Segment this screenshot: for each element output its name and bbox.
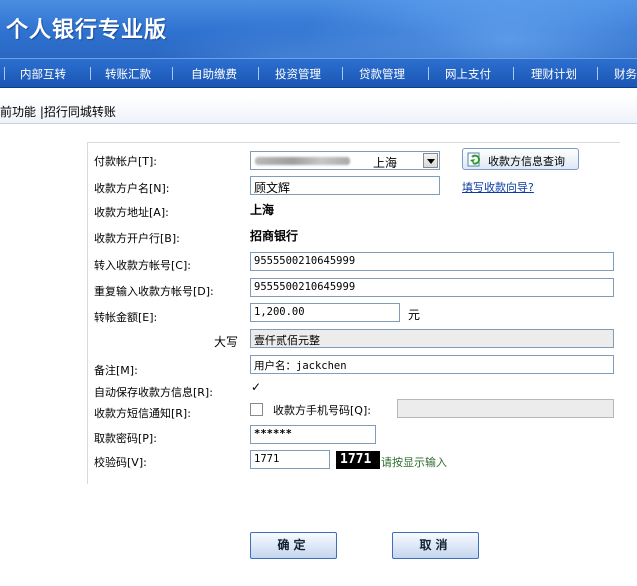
- payee-query-label: 收款方信息查询: [488, 155, 565, 168]
- nav-item-loans[interactable]: 贷款管理: [359, 66, 405, 82]
- confirm-button[interactable]: 确定: [250, 532, 337, 559]
- masked-account-number: [255, 157, 350, 165]
- app-title: 个人银行专业版: [6, 18, 168, 43]
- amount-upper-label: 大写: [214, 335, 239, 349]
- nav-item-remittance[interactable]: 转账汇款: [105, 66, 151, 82]
- sms-notify-checkbox[interactable]: [250, 403, 263, 416]
- nav-separator: [513, 67, 514, 80]
- payer-account-label: 付款帐户[T]:: [94, 155, 158, 168]
- payee-account-confirm-label: 重复输入收款方帐号[D]:: [94, 285, 214, 298]
- nav-separator: [172, 67, 173, 80]
- password-label: 取款密码[P]:: [94, 432, 157, 445]
- breadcrumb: 前功能 |招行同城转账: [0, 105, 116, 119]
- app-header: 个人银行专业版: [0, 0, 637, 58]
- captcha-image: 1771: [336, 451, 380, 469]
- payee-account-confirm-input[interactable]: 9555500210645999: [250, 278, 614, 297]
- captcha-label: 校验码[V]:: [94, 456, 147, 469]
- cancel-button[interactable]: 取消: [392, 532, 479, 559]
- nav-item-online-payment[interactable]: 网上支付: [445, 66, 491, 82]
- amount-label: 转帐金额[E]:: [94, 311, 158, 324]
- nav-item-investment[interactable]: 投资管理: [275, 66, 321, 82]
- payee-query-button[interactable]: 收款方信息查询: [462, 148, 579, 170]
- payee-bank-label: 收款方开户行[B]:: [94, 232, 180, 245]
- nav-separator: [342, 67, 343, 80]
- payee-address-label: 收款方地址[A]:: [94, 206, 169, 219]
- nav-item-finance-plan[interactable]: 理财计划: [531, 66, 577, 82]
- breadcrumb-bar: 前功能 |招行同城转账: [0, 96, 637, 124]
- payee-account-input[interactable]: 9555500210645999: [250, 252, 614, 271]
- nav-separator: [4, 67, 5, 80]
- payee-name-label: 收款方户名[N]:: [94, 182, 170, 195]
- nav-separator: [258, 67, 259, 80]
- save-payee-checkbox[interactable]: [250, 380, 263, 396]
- nav-item-finance[interactable]: 财务: [614, 66, 637, 82]
- amount-input[interactable]: 1,200.00: [250, 303, 400, 322]
- captcha-input[interactable]: 1771: [250, 450, 330, 469]
- main-nav: 内部互转 转账汇款 自助缴费 投资管理 贷款管理 网上支付 理财计划 财务: [0, 58, 637, 88]
- amount-upper-value: 壹仟贰佰元整: [250, 329, 614, 348]
- remark-input[interactable]: 用户名：jackchen: [250, 355, 614, 374]
- payee-wizard-link[interactable]: 填写收款向导?: [462, 179, 534, 195]
- sms-notify-label: 收款方短信通知[R]:: [94, 407, 191, 420]
- payee-account-label: 转入收款方帐号[C]:: [94, 259, 191, 272]
- payee-phone-label: 收款方手机号码[Q]:: [273, 404, 371, 417]
- payee-name-input[interactable]: 顾文辉: [250, 176, 440, 195]
- amount-unit: 元: [408, 308, 421, 322]
- captcha-hint: 请按显示输入: [381, 456, 447, 469]
- payer-account-city: 上海: [373, 156, 398, 170]
- payee-bank-value: 招商银行: [250, 229, 299, 243]
- payer-account-select[interactable]: 上海: [250, 151, 440, 170]
- nav-item-self-payment[interactable]: 自助缴费: [191, 66, 237, 82]
- save-payee-label: 自动保存收款方信息[R]:: [94, 386, 213, 399]
- payee-phone-input: [397, 399, 614, 418]
- nav-separator: [597, 67, 598, 80]
- password-input[interactable]: ******: [250, 425, 376, 444]
- refresh-document-icon: [467, 152, 481, 167]
- nav-separator: [428, 67, 429, 80]
- payee-address-value: 上海: [250, 203, 275, 217]
- nav-separator: [90, 67, 91, 80]
- nav-item-internal-transfer[interactable]: 内部互转: [20, 66, 66, 82]
- chevron-down-icon[interactable]: [423, 153, 438, 168]
- remark-label: 备注[M]:: [94, 364, 138, 377]
